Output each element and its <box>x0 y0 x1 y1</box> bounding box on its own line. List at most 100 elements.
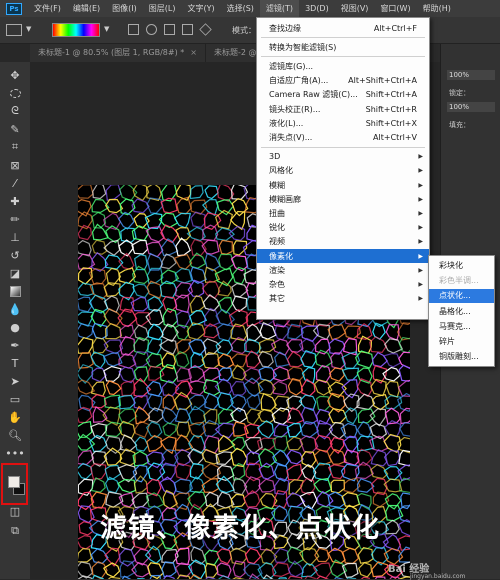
history-brush-tool-icon[interactable]: ↺ <box>8 248 22 262</box>
clone-stamp-tool-icon[interactable]: ⊥ <box>8 230 22 244</box>
pixelate-submenu-item[interactable]: 马赛克... <box>429 320 494 334</box>
filter-menu-item[interactable]: 扭曲 ▶ <box>257 206 429 220</box>
diamond-gradient-button[interactable] <box>199 23 212 36</box>
chevron-down-icon[interactable]: ▼ <box>26 25 31 33</box>
more-tools-icon[interactable]: ••• <box>5 446 24 460</box>
filter-menu-item[interactable]: 3D ▶ <box>257 150 429 164</box>
menu-item[interactable]: 窗口(W) <box>374 0 416 17</box>
pixelate-submenu-item[interactable]: 铜版雕刻... <box>429 350 494 364</box>
type-tool-icon[interactable]: T <box>8 356 22 370</box>
menu-item[interactable]: 3D(D) <box>299 0 335 17</box>
pixelate-submenu-item[interactable]: 晶格化... <box>429 305 494 319</box>
menu-item[interactable]: 图层(L) <box>143 0 182 17</box>
filter-menu-item[interactable]: 模糊画廊 ▶ <box>257 192 429 206</box>
menu-item[interactable]: 滤镜(T) <box>259 0 300 17</box>
pattern-cell <box>104 476 120 494</box>
eraser-tool-icon[interactable]: ◪ <box>8 266 22 280</box>
close-icon[interactable]: × <box>190 48 197 57</box>
rectangle-tool-icon[interactable]: ▭ <box>8 392 22 406</box>
menu-item[interactable]: 文件(F) <box>28 0 67 17</box>
reflected-gradient-button[interactable] <box>182 24 193 35</box>
pattern-cell <box>202 367 222 382</box>
filter-menu-item[interactable]: 自适应广角(A)... Alt+Shift+Ctrl+A <box>257 74 429 88</box>
filter-menu-item[interactable]: 杂色 ▶ <box>257 277 429 291</box>
filter-menu-item[interactable]: 其它 ▶ <box>257 292 429 306</box>
filter-menu-item[interactable]: 查找边缘 Alt+Ctrl+F <box>257 21 429 35</box>
pattern-cell <box>357 562 373 578</box>
linear-gradient-button[interactable] <box>128 24 139 35</box>
pattern-cell <box>78 239 92 257</box>
menu-item[interactable]: 帮助(H) <box>417 0 457 17</box>
angle-gradient-button[interactable] <box>164 24 175 35</box>
menu-item-label: 模糊画廊 <box>269 194 301 204</box>
pattern-cell <box>78 199 92 217</box>
foreground-color-swatch[interactable] <box>8 476 20 488</box>
filter-menu-item[interactable]: 锐化 ▶ <box>257 221 429 235</box>
tab-document-1[interactable]: 未标题-1 @ 80.5% (图层 1, RGB/8#) * × <box>30 44 206 62</box>
filter-menu-item[interactable]: Camera Raw 滤镜(C)... Shift+Ctrl+A <box>257 88 429 102</box>
hand-tool-icon[interactable]: ✋ <box>8 410 22 424</box>
submenu-arrow-icon: ▶ <box>418 295 423 303</box>
pixelate-submenu-item[interactable]: 点状化... <box>429 289 494 304</box>
mode-label: 模式： <box>232 26 256 35</box>
marquee-tool-icon[interactable] <box>8 86 22 100</box>
pen-tool-icon[interactable]: ✒ <box>8 338 22 352</box>
eyedropper-tool-icon[interactable]: ⁄ <box>8 176 22 190</box>
pattern-cell <box>147 323 164 341</box>
pattern-cell <box>245 350 261 369</box>
pattern-cell <box>355 350 374 369</box>
filter-menu-item[interactable]: 滤镜库(G)... <box>257 59 429 73</box>
brush-tool-icon[interactable]: ✏ <box>8 212 22 226</box>
lasso-tool-icon[interactable]: ᘓ <box>8 104 22 118</box>
pattern-cell <box>273 423 290 438</box>
pixelate-submenu-item[interactable]: 碎片 <box>429 335 494 349</box>
quick-selection-tool-icon[interactable]: ✎ <box>8 122 22 136</box>
menu-item[interactable]: 文字(Y) <box>181 0 220 17</box>
filter-menu-item[interactable]: 液化(L)... Shift+Ctrl+X <box>257 116 429 130</box>
opacity-field[interactable]: 100% <box>447 70 495 80</box>
radial-gradient-button[interactable] <box>146 24 157 35</box>
zoom-tool-icon[interactable]: 🔍︎ <box>8 428 22 442</box>
pattern-cell <box>216 199 235 216</box>
filter-menu-item[interactable]: 消失点(V)... Alt+Ctrl+V <box>257 130 429 144</box>
pattern-cell <box>243 423 260 439</box>
pattern-cell <box>162 295 178 314</box>
pattern-cell <box>189 185 204 200</box>
menu-bar: Ps 文件(F) 编辑(E) 图像(I) 图层(L) 文字(Y) 选择(S) 滤镜(T) 3D… <box>0 0 500 17</box>
filter-menu-item[interactable]: 渲染 ▶ <box>257 263 429 277</box>
frame-tool-icon[interactable]: ⊠ <box>8 158 22 172</box>
filter-menu-item[interactable]: 风格化 ▶ <box>257 164 429 178</box>
filter-menu-item[interactable]: 像素化 ▶ <box>257 249 429 263</box>
menu-item[interactable]: 编辑(E) <box>67 0 106 17</box>
menu-item[interactable]: 视图(V) <box>335 0 375 17</box>
blur-tool-icon[interactable]: 💧 <box>8 302 22 316</box>
menu-item[interactable]: 图像(I) <box>106 0 143 17</box>
submenu-arrow-icon: ▶ <box>418 195 423 203</box>
fill-field[interactable]: 100% <box>447 102 495 112</box>
photoshop-logo[interactable]: Ps <box>6 2 22 15</box>
path-selection-tool-icon[interactable]: ➤ <box>8 374 22 388</box>
chevron-down-icon[interactable]: ▼ <box>104 25 109 33</box>
menu-item[interactable]: 选择(S) <box>221 0 260 17</box>
screen-mode-icon[interactable]: ⧉ <box>8 524 22 538</box>
pattern-cell <box>257 350 274 368</box>
pattern-cell <box>341 492 361 508</box>
healing-brush-tool-icon[interactable]: ✚ <box>8 194 22 208</box>
pattern-cell <box>215 339 234 356</box>
menu-item-label: 查找边缘 <box>269 23 301 33</box>
move-tool-icon[interactable]: ✥ <box>8 68 22 82</box>
pixelate-submenu-item[interactable]: 彩块化 <box>429 259 494 273</box>
crop-tool-icon[interactable]: ⌗ <box>8 140 22 154</box>
gradient-tool-icon[interactable] <box>8 284 22 298</box>
gradient-swatch[interactable] <box>52 23 100 37</box>
tool-preset-picker[interactable] <box>6 24 22 36</box>
quick-mask-icon[interactable]: ◫ <box>8 504 22 518</box>
filter-menu-item[interactable]: 视频 ▶ <box>257 235 429 249</box>
filter-menu-item[interactable]: 镜头校正(R)... Shift+Ctrl+R <box>257 102 429 116</box>
filter-menu-item[interactable]: 转换为智能滤镜(S) <box>257 40 429 54</box>
pattern-cell <box>162 307 179 328</box>
pattern-cell <box>230 353 248 368</box>
pattern-cell <box>118 408 138 425</box>
filter-menu-item[interactable]: 模糊 ▶ <box>257 178 429 192</box>
dodge-tool-icon[interactable]: ● <box>8 320 22 334</box>
